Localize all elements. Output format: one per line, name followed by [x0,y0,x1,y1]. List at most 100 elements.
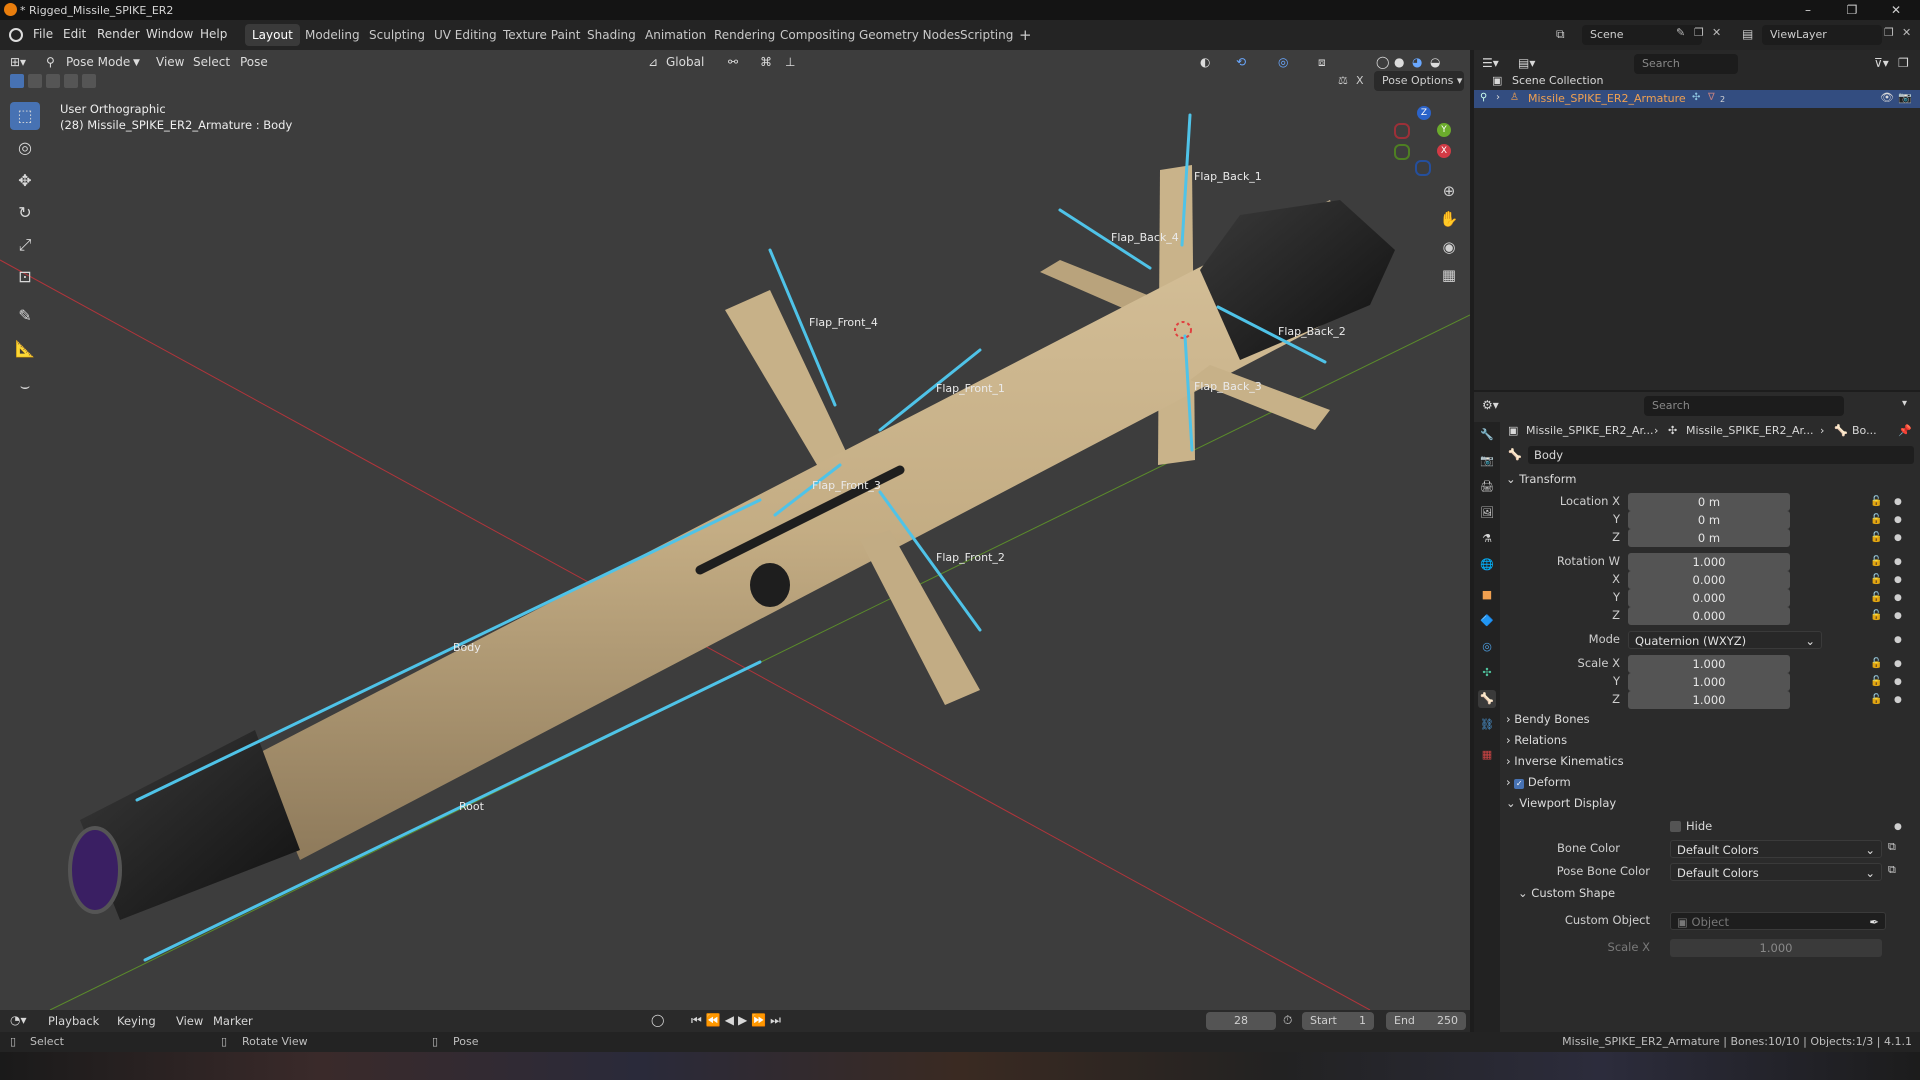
tab-layout[interactable]: Layout [245,24,300,46]
menu-file[interactable]: File [33,27,53,41]
ortho-grid-icon[interactable]: ▦ [1436,262,1462,288]
keyframe-dot[interactable]: ● [1894,635,1902,645]
tool-tab-icon[interactable]: 🔧 [1478,426,1496,444]
move-tool-icon[interactable]: ✥ [10,167,40,195]
xray-icon[interactable]: ⧈ [1318,55,1326,70]
viewport-display-section[interactable]: ⌄ Viewport Display [1506,796,1616,810]
keyframe-dot[interactable]: ● [1894,593,1902,603]
mode-selector[interactable]: Pose Mode [66,55,130,69]
select-mode-extend-icon[interactable] [28,74,42,88]
camera-render-icon[interactable]: 📷 [1898,91,1912,104]
pose-bone-color-dropdown[interactable]: Default Colors ⌄ [1670,863,1882,881]
new-collection-icon[interactable]: ❐ [1898,56,1909,70]
select-mode-subtract-icon[interactable] [46,74,60,88]
expand-icon[interactable]: › [1496,92,1500,103]
minimize-button[interactable]: – [1788,0,1828,20]
gizmo-x-axis[interactable]: X [1437,144,1451,158]
rotation-x-field[interactable]: 0.000 [1628,571,1790,589]
keyframe-dot[interactable]: ● [1894,659,1902,669]
end-frame-field[interactable]: End 250 [1386,1012,1466,1030]
menu-marker[interactable]: Marker [213,1014,253,1028]
shading-rendered-icon[interactable]: ◒ [1430,55,1440,69]
hide-checkbox[interactable] [1670,821,1681,832]
scale-tool-icon[interactable]: ⤢ [10,231,40,259]
view-layer-tab-icon[interactable]: 🖼 [1478,504,1496,522]
lock-icon[interactable]: 🔓 [1870,514,1882,525]
remove-scene-icon[interactable]: ✕ [1712,26,1721,39]
relations-section[interactable]: › Relations [1506,733,1567,747]
blender-menu-icon[interactable] [9,28,23,42]
gizmo-neg-z[interactable] [1415,160,1431,176]
pose-options-button[interactable]: Pose Options ▾ [1374,71,1464,91]
start-frame-field[interactable]: Start 1 [1302,1012,1374,1030]
tab-rendering[interactable]: Rendering [707,24,782,46]
menu-view[interactable]: View [156,55,184,69]
custom-scale-x-field[interactable]: 1.000 [1670,939,1882,957]
keyframe-dot[interactable]: ● [1894,557,1902,567]
rotation-mode-dropdown[interactable]: Quaternion (WXYZ) ⌄ [1628,631,1822,649]
playback-controls[interactable]: ⏮⏪◀▶⏩⏭ [691,1013,785,1028]
eyedropper-icon[interactable]: ✒ [1869,913,1879,931]
lock-icon[interactable]: 🔓 [1870,592,1882,603]
close-button[interactable]: ✕ [1876,0,1916,20]
measure-tool-icon[interactable]: 📐 [10,335,40,363]
3d-viewport[interactable]: Flap_Back_1 Flap_Back_4 Flap_Front_4 Fla… [0,50,1470,1010]
display-mode-icon[interactable]: ▤▾ [1518,56,1535,70]
properties-editor-icon[interactable]: ⚙▾ [1482,398,1499,412]
lock-icon[interactable]: 🔓 [1870,574,1882,585]
x-mirror-toggle[interactable]: X [1356,74,1364,87]
bone-constraint-tab-icon[interactable]: ⛓ [1478,716,1496,734]
snap-icon[interactable]: ⌘ [760,55,772,69]
keyframe-dot[interactable]: ● [1894,533,1902,543]
custom-object-field[interactable]: ▣ Object ✒ [1670,912,1886,930]
location-x-field[interactable]: 0 m [1628,493,1790,511]
menu-view[interactable]: View [176,1014,203,1028]
pivot-icon[interactable]: ⚯ [728,55,738,69]
color-edit-icon[interactable]: ⧉ [1888,840,1896,854]
outliner-search-input[interactable]: Search [1634,54,1738,74]
record-icon[interactable]: ◯ [651,1013,664,1027]
new-view-layer-icon[interactable]: ❐ [1884,26,1894,39]
select-mode-set-icon[interactable] [10,74,24,88]
chevron-down-icon[interactable]: ▾ [1902,398,1907,409]
gizmo-neg-y[interactable] [1394,144,1410,160]
color-edit-icon[interactable]: ⧉ [1888,863,1896,877]
remove-view-layer-icon[interactable]: ✕ [1902,26,1911,39]
tab-modeling[interactable]: Modeling [298,24,367,46]
add-workspace-button[interactable]: + [1012,24,1039,46]
pin-icon[interactable]: 📌 [1898,424,1912,437]
visibility-icon[interactable]: ◐ [1200,55,1210,69]
keyframe-dot[interactable]: ● [1894,497,1902,507]
properties-search-input[interactable]: Search [1644,396,1844,416]
rotate-tool-icon[interactable]: ↻ [10,199,40,227]
outliner-editor-icon[interactable]: ☰▾ [1482,56,1499,70]
deform-checkbox[interactable]: ✓ [1514,779,1525,789]
tab-scripting[interactable]: Scripting [953,24,1020,46]
restore-button[interactable]: ❐ [1832,0,1872,20]
scene-tab-icon[interactable]: ⚗ [1478,530,1496,548]
lock-icon[interactable]: 🔓 [1870,694,1882,705]
editor-type-icon[interactable]: ⊞▾ [10,55,26,69]
location-y-field[interactable]: 0 m [1628,511,1790,529]
lock-icon[interactable]: 🔓 [1870,496,1882,507]
menu-window[interactable]: Window [146,27,193,41]
select-mode-intersect-icon[interactable] [82,74,96,88]
new-scene-icon[interactable]: ❐ [1694,26,1704,39]
menu-keying[interactable]: Keying [117,1014,156,1028]
select-mode-invert-icon[interactable] [64,74,78,88]
select-tool-icon[interactable]: ⬚ [10,102,40,130]
lock-icon[interactable]: 🔓 [1870,676,1882,687]
bone-color-dropdown[interactable]: Default Colors ⌄ [1670,840,1882,858]
lock-icon[interactable]: 🔓 [1870,556,1882,567]
transform-section-header[interactable]: ⌄ Transform [1506,472,1577,486]
object-tab-icon[interactable]: ■ [1478,586,1496,604]
rotation-y-field[interactable]: 0.000 [1628,589,1790,607]
bone-name-field[interactable]: Body [1528,446,1914,464]
lock-icon[interactable]: 🔓 [1870,658,1882,669]
pin-icon[interactable]: ✎ [1676,26,1685,39]
physics-tab-icon[interactable]: ◎ [1478,638,1496,656]
keyframe-dot[interactable]: ● [1894,515,1902,525]
current-frame-field[interactable]: 28 [1206,1012,1276,1030]
deform-section[interactable]: › ✓ Deform [1506,775,1571,789]
keyframe-dot[interactable]: ● [1894,575,1902,585]
